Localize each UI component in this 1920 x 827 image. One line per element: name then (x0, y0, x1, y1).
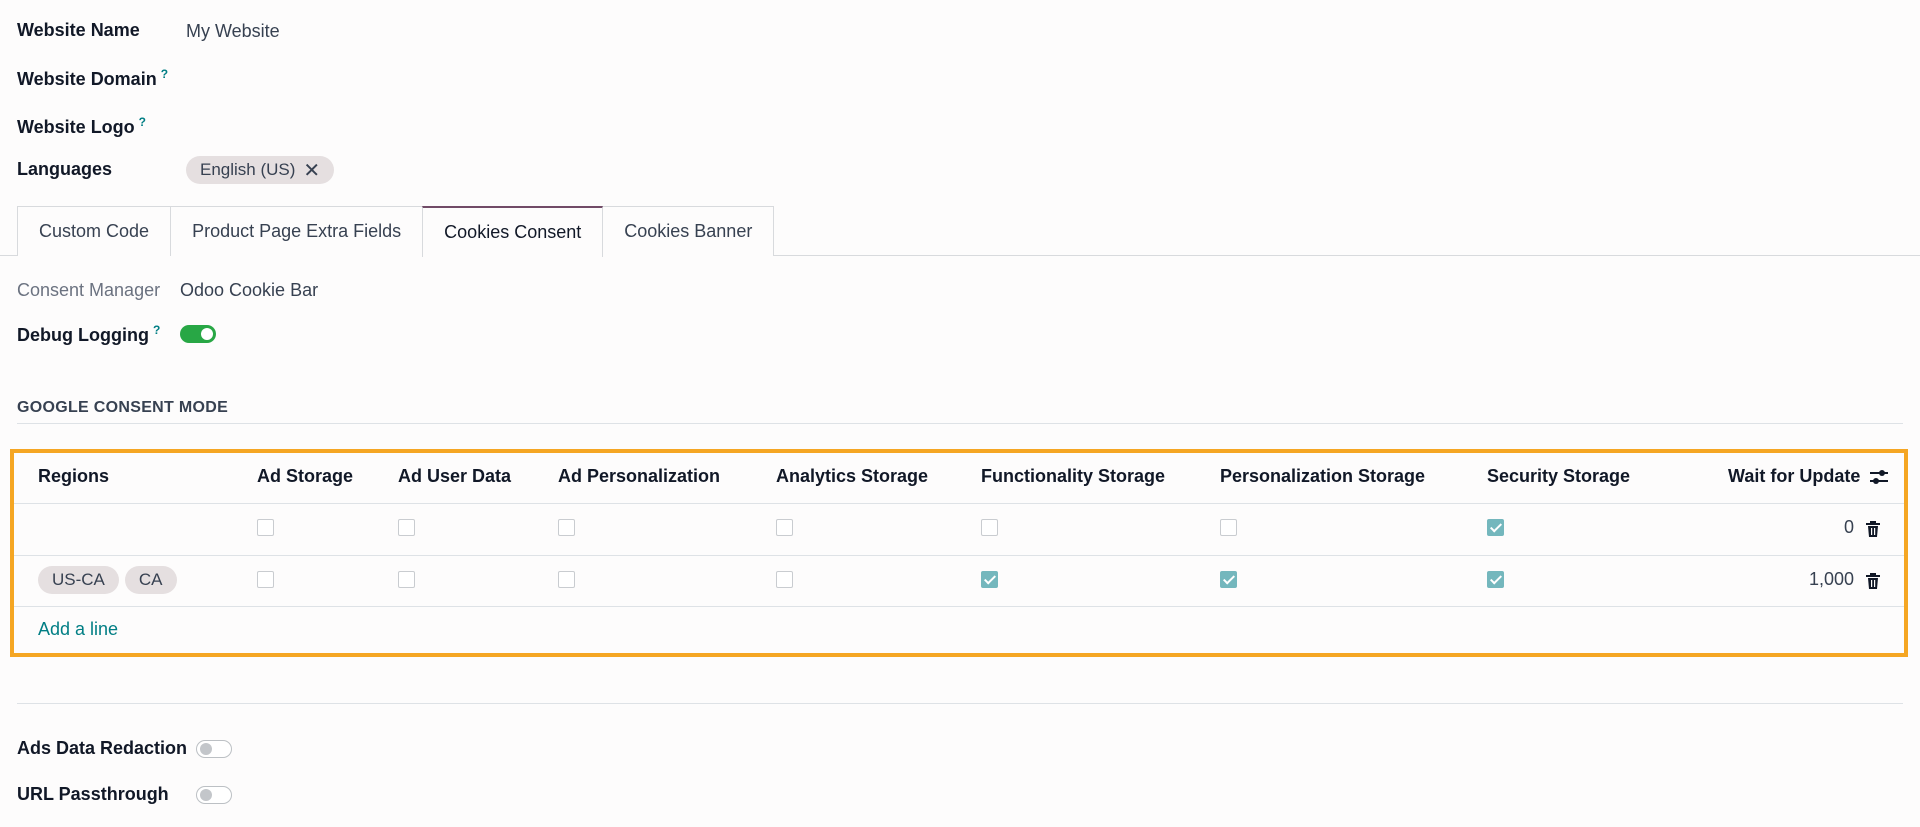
col-header-security-storage[interactable]: Security Storage (1487, 466, 1630, 487)
regions-field[interactable]: US-CA CA (38, 566, 177, 594)
consent-manager-label: Consent Manager (17, 280, 161, 300)
trash-icon[interactable] (1866, 573, 1880, 589)
region-tag: CA (124, 566, 177, 594)
wait-for-update-value[interactable]: 0 (1774, 517, 1854, 538)
debug-logging-toggle[interactable] (180, 325, 216, 343)
functionality-storage-checkbox[interactable] (981, 519, 998, 536)
ads-data-redaction-label: Ads Data Redaction (17, 738, 188, 758)
trash-icon[interactable] (1866, 521, 1880, 537)
website-domain-label-text: Website Domain (17, 69, 157, 89)
security-storage-checkbox[interactable] (1487, 571, 1504, 588)
ad-user-data-checkbox[interactable] (398, 571, 415, 588)
language-tag-label: English (US) (200, 160, 296, 179)
website-domain-label: Website Domain? (17, 67, 168, 90)
language-tag: English (US) ✕ (186, 156, 335, 184)
url-passthrough-toggle[interactable] (196, 786, 232, 804)
row-divider (14, 555, 1904, 556)
debug-logging-label-text: Debug Logging (17, 325, 149, 345)
website-logo-label: Website Logo? (17, 115, 146, 138)
ads-data-redaction-toggle[interactable] (196, 740, 232, 758)
ad-user-data-checkbox[interactable] (398, 519, 415, 536)
notebook-tabs: Custom Code Product Page Extra Fields Co… (17, 206, 775, 257)
col-header-wait-for-update[interactable]: Wait for Update (1728, 466, 1860, 487)
col-header-regions[interactable]: Regions (38, 466, 109, 487)
website-name-value[interactable]: My Website (186, 21, 280, 42)
region-tag: US-CA (38, 566, 119, 594)
col-header-ad-user-data[interactable]: Ad User Data (398, 466, 511, 487)
languages-label: Languages (17, 159, 113, 179)
analytics-storage-checkbox[interactable] (776, 519, 793, 536)
consent-manager-value[interactable]: Odoo Cookie Bar (180, 280, 318, 301)
ad-personalization-checkbox[interactable] (558, 519, 575, 536)
optional-columns-icon[interactable] (1869, 467, 1889, 487)
wait-for-update-value[interactable]: 1,000 (1774, 569, 1854, 590)
tab-product-page-extra-fields[interactable]: Product Page Extra Fields (170, 206, 424, 256)
url-passthrough-label: URL Passthrough (17, 784, 169, 804)
add-a-line-link[interactable]: Add a line (38, 619, 118, 640)
table-header-divider (14, 503, 1904, 504)
ad-storage-checkbox[interactable] (257, 519, 274, 536)
debug-logging-label: Debug Logging? (17, 323, 160, 346)
help-icon[interactable]: ? (161, 67, 168, 81)
col-header-ad-personalization[interactable]: Ad Personalization (558, 466, 720, 487)
website-logo-label-text: Website Logo (17, 117, 135, 137)
help-icon[interactable]: ? (139, 115, 146, 129)
section-divider (17, 423, 1903, 424)
ad-personalization-checkbox[interactable] (558, 571, 575, 588)
personalization-storage-checkbox[interactable] (1220, 519, 1237, 536)
help-icon[interactable]: ? (153, 323, 160, 337)
languages-field[interactable]: English (US) ✕ (186, 156, 335, 184)
ad-storage-checkbox[interactable] (257, 571, 274, 588)
row-divider (14, 606, 1904, 607)
tab-cookies-banner[interactable]: Cookies Banner (602, 206, 775, 256)
col-header-functionality-storage[interactable]: Functionality Storage (981, 466, 1165, 487)
google-consent-mode-title: GOOGLE CONSENT MODE (17, 399, 229, 416)
col-header-ad-storage[interactable]: Ad Storage (257, 466, 353, 487)
tab-cookies-consent[interactable]: Cookies Consent (422, 206, 604, 257)
col-header-personalization-storage[interactable]: Personalization Storage (1220, 466, 1425, 487)
col-header-analytics-storage[interactable]: Analytics Storage (776, 466, 928, 487)
close-icon[interactable]: ✕ (303, 158, 320, 183)
personalization-storage-checkbox[interactable] (1220, 571, 1237, 588)
tab-custom-code[interactable]: Custom Code (17, 206, 172, 256)
security-storage-checkbox[interactable] (1487, 519, 1504, 536)
section-divider (17, 703, 1903, 704)
website-name-label: Website Name (17, 20, 140, 40)
analytics-storage-checkbox[interactable] (776, 571, 793, 588)
functionality-storage-checkbox[interactable] (981, 571, 998, 588)
